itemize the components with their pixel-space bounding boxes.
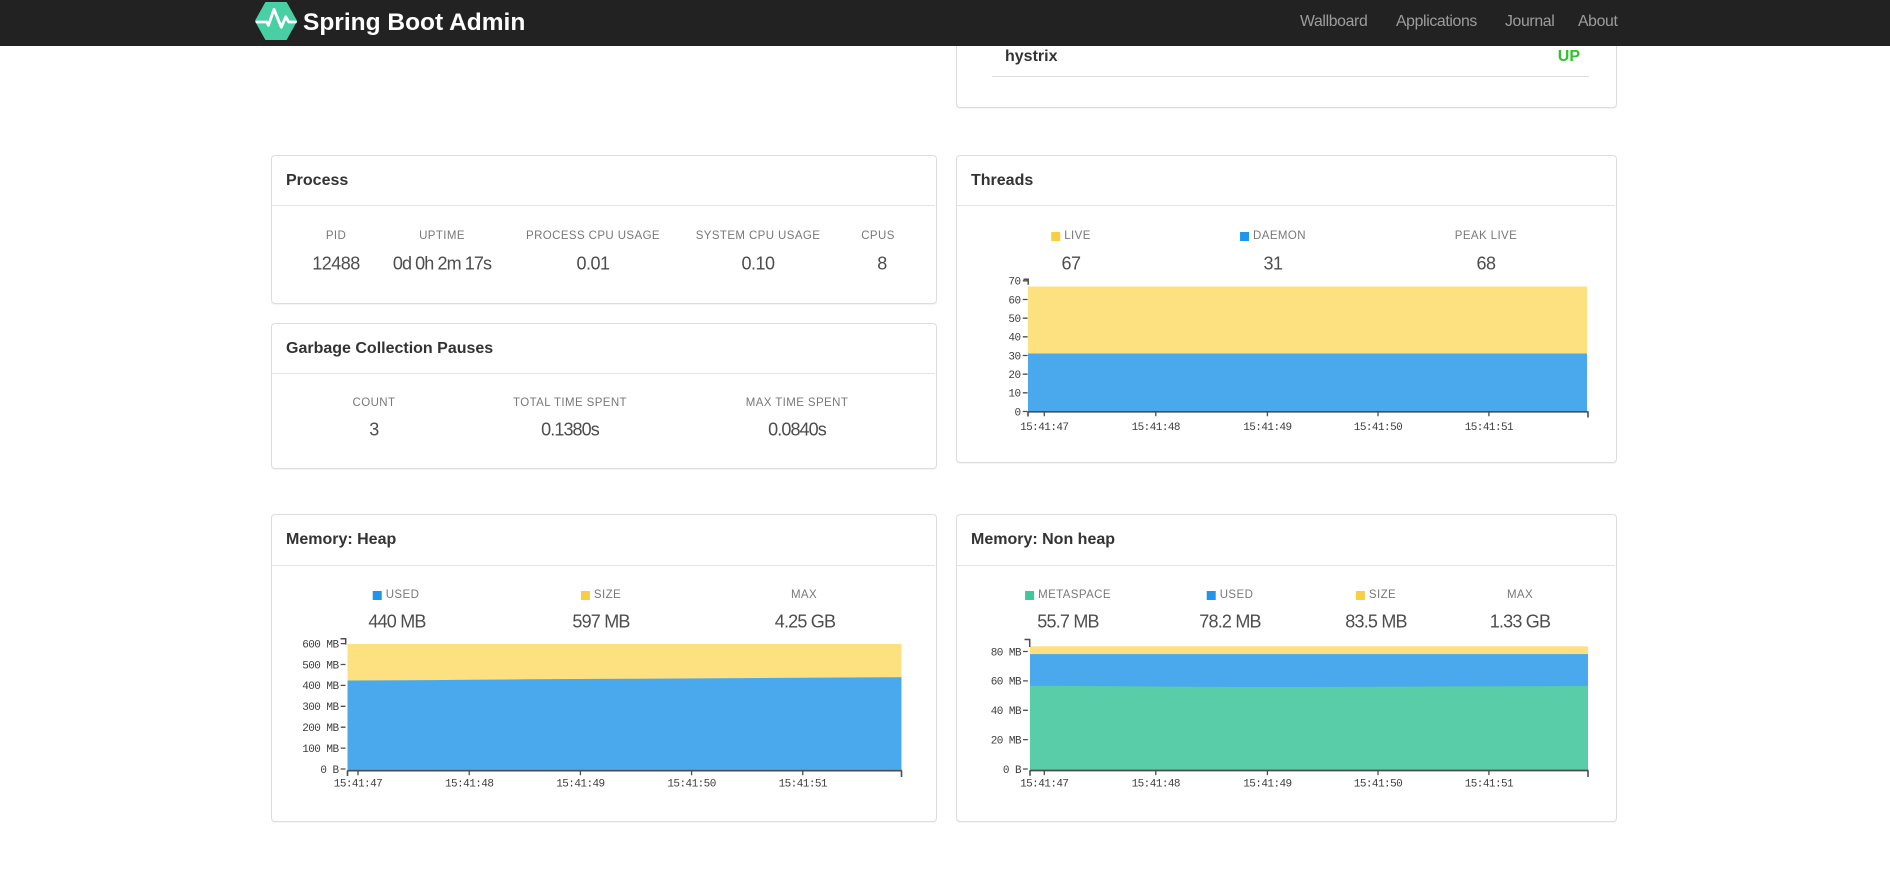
svg-text:500 MB: 500 MB <box>302 660 339 672</box>
svg-text:400 MB: 400 MB <box>302 681 339 693</box>
svg-text:20: 20 <box>1008 370 1020 382</box>
svg-text:15:41:51: 15:41:51 <box>1465 422 1514 434</box>
svg-text:15:41:51: 15:41:51 <box>779 779 828 791</box>
svg-text:15:41:48: 15:41:48 <box>1132 779 1180 791</box>
svg-text:300 MB: 300 MB <box>302 702 339 714</box>
svg-text:15:41:49: 15:41:49 <box>1243 422 1291 434</box>
svg-text:15:41:48: 15:41:48 <box>1132 422 1180 434</box>
svg-text:60: 60 <box>1008 295 1020 307</box>
svg-text:40 MB: 40 MB <box>991 706 1022 718</box>
svg-text:15:41:50: 15:41:50 <box>1354 779 1402 791</box>
svg-text:50: 50 <box>1008 314 1020 326</box>
svg-text:15:41:47: 15:41:47 <box>1020 422 1068 434</box>
svg-text:100 MB: 100 MB <box>302 744 339 756</box>
svg-text:60 MB: 60 MB <box>991 677 1022 689</box>
svg-text:40: 40 <box>1008 333 1020 345</box>
svg-text:15:41:47: 15:41:47 <box>1020 779 1068 791</box>
svg-text:10: 10 <box>1008 389 1020 401</box>
svg-text:0 B: 0 B <box>320 765 339 777</box>
svg-text:15:41:49: 15:41:49 <box>556 779 604 791</box>
svg-text:15:41:50: 15:41:50 <box>1354 422 1402 434</box>
svg-text:20 MB: 20 MB <box>991 735 1022 747</box>
svg-text:70: 70 <box>1008 277 1020 289</box>
svg-text:80 MB: 80 MB <box>991 647 1022 659</box>
svg-text:600 MB: 600 MB <box>302 639 339 651</box>
svg-text:15:41:49: 15:41:49 <box>1243 779 1291 791</box>
svg-text:15:41:50: 15:41:50 <box>667 779 715 791</box>
svg-text:30: 30 <box>1008 351 1020 363</box>
svg-text:15:41:47: 15:41:47 <box>334 779 382 791</box>
svg-text:0: 0 <box>1014 407 1020 419</box>
svg-text:200 MB: 200 MB <box>302 723 339 735</box>
svg-text:0 B: 0 B <box>1003 765 1022 777</box>
svg-text:15:41:51: 15:41:51 <box>1465 779 1514 791</box>
svg-text:15:41:48: 15:41:48 <box>445 779 493 791</box>
